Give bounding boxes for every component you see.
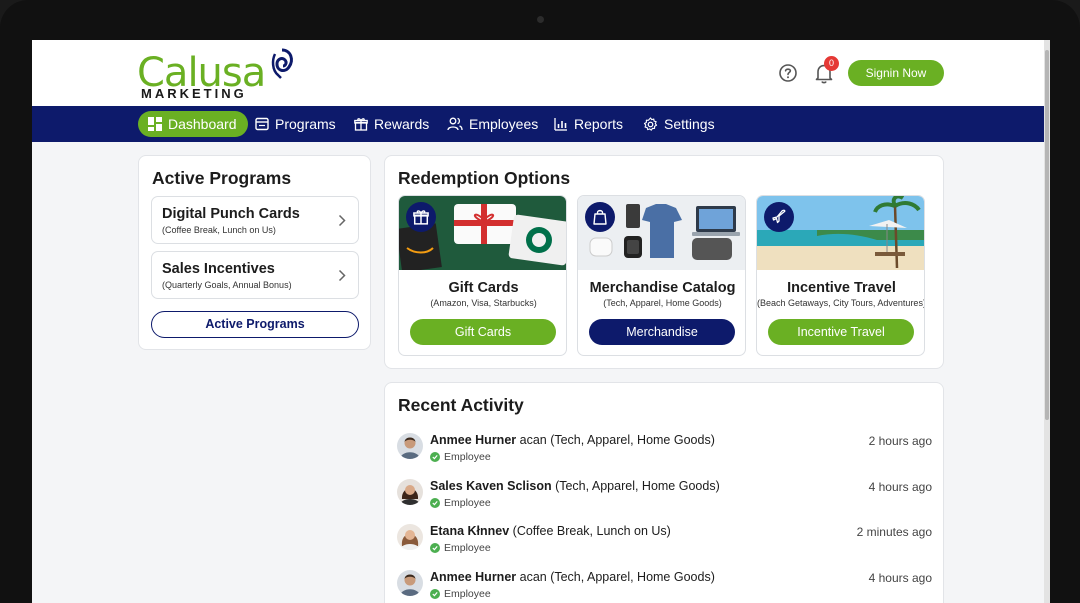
program-item[interactable]: Sales Incentives (Quarterly Goals, Annua…: [151, 251, 359, 299]
check-icon: [430, 589, 440, 599]
option-title: Gift Cards: [448, 280, 519, 296]
nav-programs[interactable]: Programs: [255, 111, 336, 137]
programs-icon: [255, 117, 269, 131]
activity-role: Employee: [430, 588, 491, 600]
redemption-option-gift-cards[interactable]: Gift Cards (Amazon, Visa, Starbucks) Gif…: [398, 195, 567, 356]
activity-detail: acan (Tech, Apparel, Home Goods): [516, 433, 715, 447]
option-detail: (Amazon, Visa, Starbucks): [430, 298, 537, 308]
activity-text: Anmee Hurner acan (Tech, Apparel, Home G…: [430, 570, 715, 584]
help-icon[interactable]: [778, 63, 798, 83]
nav-label: Dashboard: [168, 116, 237, 132]
avatar: [397, 570, 423, 596]
check-icon: [430, 543, 440, 553]
nav-label: Programs: [275, 116, 336, 132]
main-nav: Dashboard Programs Rewards Employees Rep…: [32, 106, 1050, 142]
activity-role: Employee: [430, 451, 491, 463]
activity-user: Anmee Hurner: [430, 570, 517, 584]
scrollbar-thumb[interactable]: [1045, 50, 1049, 420]
activity-time: 2 hours ago: [868, 434, 932, 448]
activity-time: 2 minutes ago: [856, 525, 932, 539]
activity-role: Employee: [430, 497, 491, 509]
activity-row[interactable]: Anmee Hurner acan (Tech, Apparel, Home G…: [397, 570, 932, 603]
bag-icon: [585, 202, 615, 232]
activity-user: Etana Kłnnev: [430, 524, 510, 538]
program-name: Sales Incentives: [162, 261, 275, 277]
signin-button[interactable]: Signin Now: [848, 60, 944, 86]
nav-label: Settings: [664, 116, 715, 132]
nav-employees[interactable]: Employees: [447, 111, 538, 137]
dashboard-icon: [148, 117, 162, 131]
activity-detail: acan (Tech, Apparel, Home Goods): [516, 570, 715, 584]
activity-row[interactable]: Anmee Hurner acan (Tech, Apparel, Home G…: [397, 433, 932, 473]
option-title: Incentive Travel: [787, 280, 896, 296]
brand-logo[interactable]: Calusa MARKETING: [137, 46, 297, 102]
nav-label: Rewards: [374, 116, 430, 132]
activity-text: Sales Kaven Sclison (Tech, Apparel, Home…: [430, 479, 720, 493]
redemption-options-card: Redemption Options Gift Cards (Amazon, V…: [384, 155, 944, 369]
scrollbar[interactable]: [1044, 40, 1050, 603]
redemption-option-travel[interactable]: Incentive Travel (Beach Getaways, City T…: [756, 195, 925, 356]
gift-icon: [406, 202, 436, 232]
nav-dashboard[interactable]: Dashboard: [138, 111, 248, 137]
activity-user: Anmee Hurner: [430, 433, 517, 447]
activity-time: 4 hours ago: [868, 480, 932, 494]
role-label: Employee: [444, 542, 491, 554]
nav-reports[interactable]: Reports: [554, 111, 623, 137]
nav-settings[interactable]: Settings: [643, 111, 715, 137]
brand-tagline: MARKETING: [141, 86, 247, 101]
program-item[interactable]: Digital Punch Cards (Coffee Break, Lunch…: [151, 196, 359, 244]
activity-text: Anmee Hurner acan (Tech, Apparel, Home G…: [430, 433, 715, 447]
top-header: Calusa MARKETING 0 Signin Now: [32, 40, 1050, 106]
card-title: Redemption Options: [398, 168, 571, 188]
chevron-right-icon: [338, 214, 346, 227]
merchandise-button[interactable]: Merchandise: [589, 319, 735, 345]
incentive-travel-button[interactable]: Incentive Travel: [768, 319, 914, 345]
check-icon: [430, 452, 440, 462]
activity-text: Etana Kłnnev (Coffee Break, Lunch on Us): [430, 524, 671, 538]
gear-icon: [643, 116, 658, 131]
activity-row[interactable]: Sales Kaven Sclison (Tech, Apparel, Home…: [397, 479, 932, 519]
nav-rewards[interactable]: Rewards: [354, 111, 429, 137]
option-title: Merchandise Catalog: [589, 280, 736, 296]
nav-label: Reports: [574, 116, 624, 132]
activity-detail: (Coffee Break, Lunch on Us): [509, 524, 671, 538]
program-name: Digital Punch Cards: [162, 206, 300, 222]
avatar: [397, 524, 423, 550]
chevron-right-icon: [338, 269, 346, 282]
activity-detail: (Tech, Apparel, Home Goods): [551, 479, 720, 493]
card-title: Active Programs: [152, 168, 292, 188]
notification-badge: 0: [824, 56, 839, 71]
camera: [537, 16, 544, 23]
app-screen: Calusa MARKETING 0 Signin Now Dashboard: [32, 40, 1050, 603]
program-detail: (Coffee Break, Lunch on Us): [162, 225, 276, 235]
option-detail: (Tech, Apparel, Home Goods): [603, 298, 722, 308]
role-label: Employee: [444, 451, 491, 463]
role-label: Employee: [444, 497, 491, 509]
avatar: [397, 433, 423, 459]
active-programs-button[interactable]: Active Programs: [151, 311, 359, 338]
users-icon: [447, 117, 463, 131]
gift-icon: [354, 118, 368, 131]
activity-role: Employee: [430, 542, 491, 554]
gift-cards-button[interactable]: Gift Cards: [410, 319, 556, 345]
nautilus-shell-icon: [271, 48, 293, 79]
activity-time: 4 hours ago: [868, 571, 932, 585]
plane-icon: [764, 202, 794, 232]
avatar: [397, 479, 423, 505]
check-icon: [430, 498, 440, 508]
option-detail: (Beach Getaways, City Tours, Adventures): [757, 298, 925, 308]
active-programs-card: Active Programs Digital Punch Cards (Cof…: [138, 155, 371, 350]
reports-icon: [554, 118, 567, 131]
recent-activity-card: Recent Activity Anmee Hurner acan (Tech,…: [384, 382, 944, 603]
activity-row[interactable]: Etana Kłnnev (Coffee Break, Lunch on Us)…: [397, 524, 932, 564]
role-label: Employee: [444, 588, 491, 600]
redemption-option-merchandise[interactable]: Merchandise Catalog (Tech, Apparel, Home…: [577, 195, 746, 356]
nav-label: Employees: [469, 116, 539, 132]
activity-user: Sales Kaven Sclison: [430, 479, 552, 493]
program-detail: (Quarterly Goals, Annual Bonus): [162, 280, 292, 290]
card-title: Recent Activity: [398, 395, 524, 415]
